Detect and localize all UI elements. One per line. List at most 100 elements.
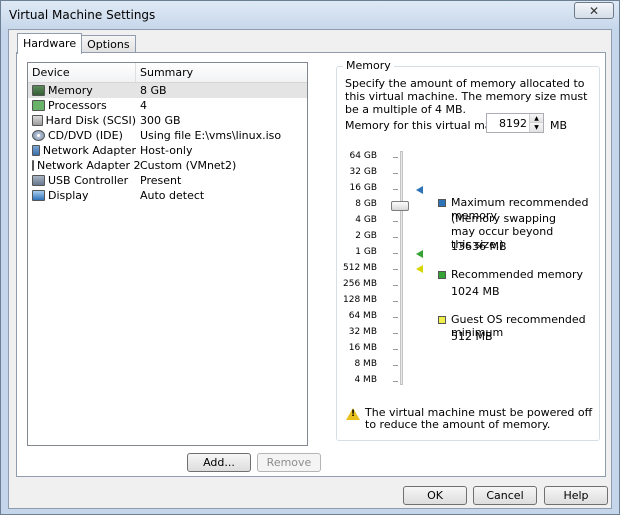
settings-window: Virtual Machine Settings ✕ Hardware Opti… [0,0,620,515]
tab-options[interactable]: Options [81,35,136,53]
memory-group: Memory Specify the amount of memory allo… [336,59,600,441]
slider-tick [393,381,398,382]
scale-label: 32 GB [349,167,377,177]
recommended-value: 1024 MB [451,285,500,298]
device-row-memory[interactable]: Memory 8 GB [28,83,307,98]
scale-label: 512 MB [343,263,377,273]
tab-hardware[interactable]: Hardware [17,33,83,54]
device-row-cd-dvd[interactable]: CD/DVD (IDE) Using file E:\vms\linux.iso [28,128,307,143]
hard-disk-icon [32,115,43,126]
column-header-summary[interactable]: Summary [136,63,307,82]
memory-unit-label: MB [550,119,568,132]
device-summary: Present [140,174,182,187]
device-list-header: Device Summary [28,63,307,83]
processor-icon [32,100,45,111]
device-summary: 300 GB [140,114,181,127]
close-icon: ✕ [588,3,600,18]
max-recommended-value: 13636 MB [451,240,507,253]
scale-label: 4 GB [355,215,377,225]
cancel-button[interactable]: Cancel [473,486,537,505]
memory-icon [32,85,45,96]
warning-message: The virtual machine must be powered off … [365,406,593,431]
device-summary: Custom (VMnet2) [140,159,237,172]
slider-tick [393,301,398,302]
device-row-network-adapter-2[interactable]: Network Adapter 2 Custom (VMnet2) [28,158,307,173]
display-icon [32,190,45,201]
warning-icon [346,408,360,420]
memory-slider-thumb[interactable] [391,201,409,211]
scale-label: 8 GB [355,199,377,209]
memory-stepper[interactable]: 8192 ▲ ▼ [486,113,544,133]
help-button[interactable]: Help [544,486,608,505]
recommended-label: Recommended memory [451,268,584,281]
slider-tick [393,333,398,334]
device-name: Display [48,189,89,202]
device-summary: 8 GB [140,84,167,97]
device-row-network-adapter[interactable]: Network Adapter Host-only [28,143,307,158]
remove-device-button[interactable]: Remove [257,453,321,472]
slider-tick [393,237,398,238]
dialog-body: Hardware Options Device Summary Memory 8… [8,29,612,509]
device-row-hard-disk[interactable]: Hard Disk (SCSI) 300 GB [28,113,307,128]
close-button[interactable]: ✕ [574,2,614,19]
slider-tick [393,253,398,254]
recommended-marker-icon [416,250,423,258]
guest-minimum-legend-icon [438,316,446,324]
scale-label: 2 GB [355,231,377,241]
ok-button[interactable]: OK [403,486,467,505]
scale-label: 16 GB [349,183,377,193]
scale-label: 64 GB [349,151,377,161]
slider-tick [393,349,398,350]
column-header-device[interactable]: Device [28,63,136,82]
title-bar[interactable]: Virtual Machine Settings ✕ [1,1,619,29]
slider-tick [393,221,398,222]
spin-down-icon[interactable]: ▼ [529,123,543,132]
device-summary: Host-only [140,144,193,157]
recommended-legend-icon [438,271,446,279]
memory-input[interactable]: 8192 [499,117,527,130]
memory-description: Specify the amount of memory allocated t… [345,77,588,116]
device-summary: 4 [140,99,147,112]
slider-tick [393,365,398,366]
add-device-button[interactable]: Add... [187,453,251,472]
slider-tick [393,285,398,286]
slider-tick [393,173,398,174]
slider-tick [393,189,398,190]
usb-icon [32,175,45,186]
device-summary: Auto detect [140,189,205,202]
max-recommended-marker-icon [416,186,423,194]
cd-dvd-icon [32,130,45,141]
device-name: Processors [48,99,107,112]
scale-label: 64 MB [348,311,377,321]
device-name: Network Adapter [42,144,136,157]
device-name: Hard Disk (SCSI) [45,114,136,127]
memory-group-label: Memory [343,59,394,72]
guest-minimum-marker-icon [416,265,423,273]
scale-label: 8 MB [354,359,377,369]
guest-minimum-value: 512 MB [451,330,493,343]
max-recommended-legend-icon [438,199,446,207]
device-name: USB Controller [48,174,129,187]
network-adapter-icon [32,145,40,156]
scale-label: 32 MB [348,327,377,337]
device-name: CD/DVD (IDE) [48,129,123,142]
device-row-usb-controller[interactable]: USB Controller Present [28,173,307,188]
device-row-display[interactable]: Display Auto detect [28,188,307,203]
device-summary: Using file E:\vms\linux.iso [140,129,282,142]
device-name: Memory [48,84,93,97]
scale-label: 256 MB [343,279,377,289]
scale-label: 128 MB [343,295,377,305]
device-row-processors[interactable]: Processors 4 [28,98,307,113]
network-adapter-icon [32,160,34,171]
device-name: Network Adapter 2 [37,159,141,172]
scale-label: 16 MB [348,343,377,353]
scale-label: 4 MB [354,375,377,385]
tab-strip: Hardware Options [17,33,136,54]
device-list[interactable]: Device Summary Memory 8 GB Processors 4 … [27,62,308,446]
scale-label: 1 GB [355,247,377,257]
slider-tick [393,317,398,318]
slider-tick [393,269,398,270]
memory-slider-track[interactable] [400,151,403,385]
window-title: Virtual Machine Settings [9,8,156,22]
spin-up-icon[interactable]: ▲ [529,114,543,123]
